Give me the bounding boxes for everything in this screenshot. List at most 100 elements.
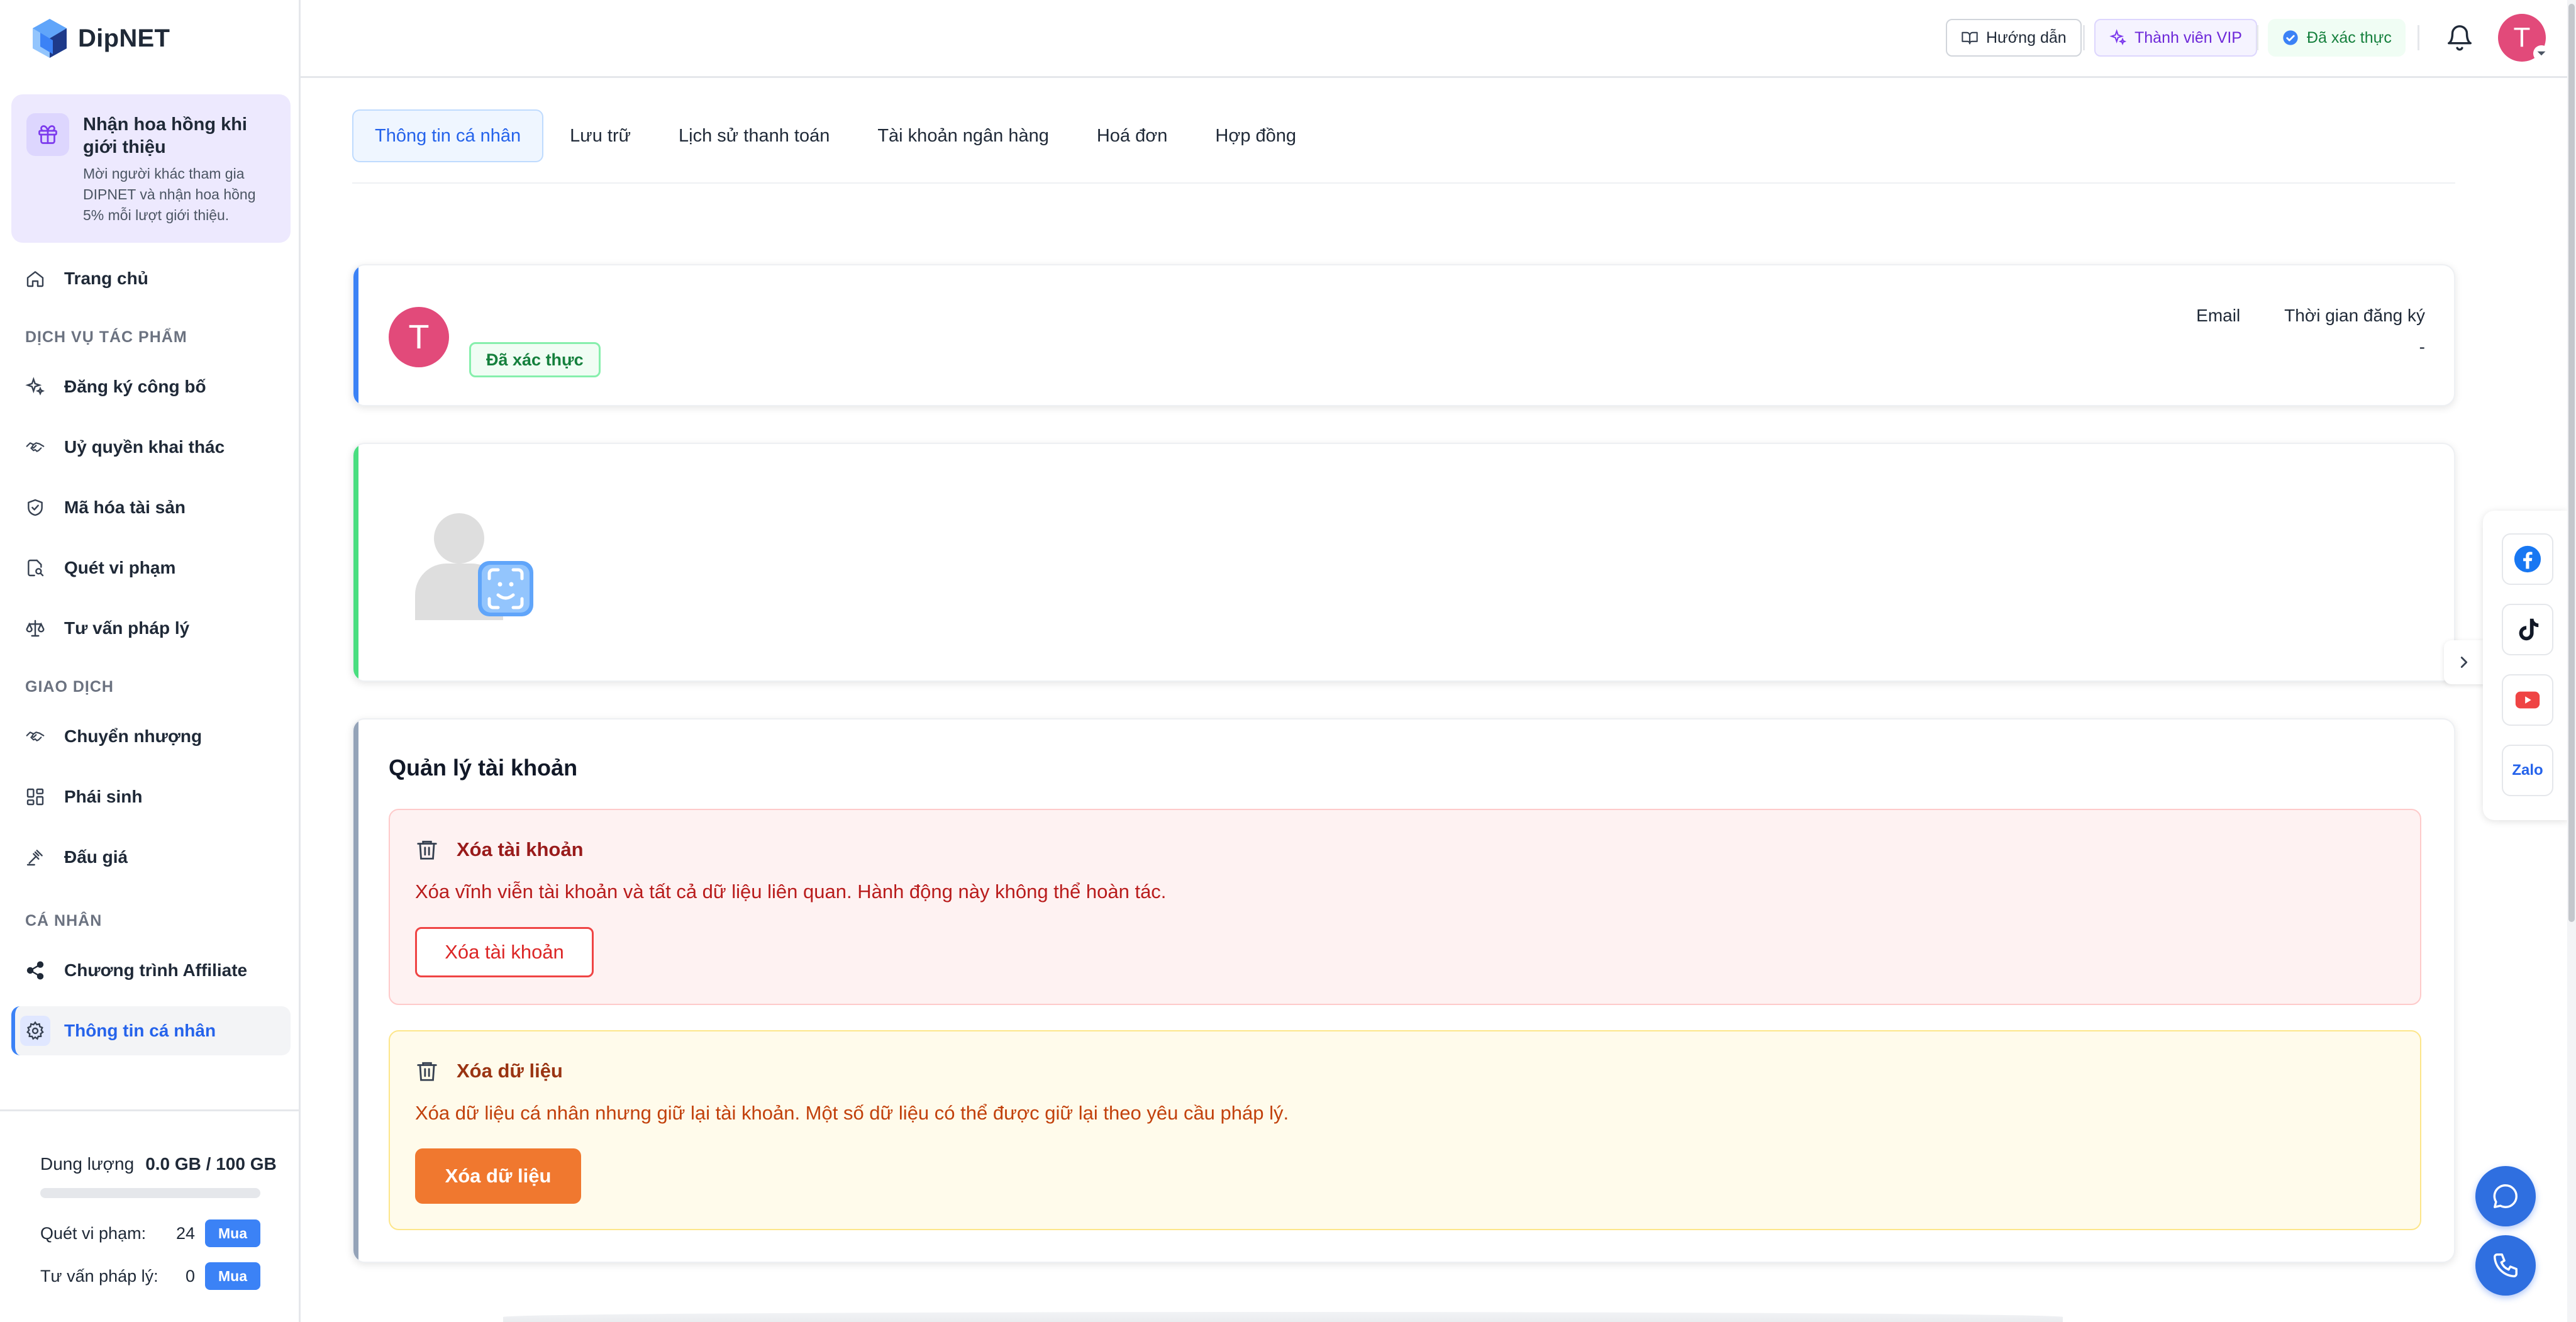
scale-icon: [26, 619, 45, 637]
storage-value: 0.0 GB / 100 GB: [145, 1154, 277, 1174]
phone-icon: [2494, 1253, 2518, 1277]
quota-value: 24: [175, 1223, 195, 1243]
social-panel-toggle[interactable]: [2444, 640, 2484, 684]
section-label-transactions: GIAO DỊCH: [25, 678, 114, 696]
tab-invoices[interactable]: Hoá đơn: [1075, 109, 1189, 162]
registered-label: Thời gian đăng ký: [2284, 306, 2425, 325]
facebook-link[interactable]: [2502, 533, 2553, 585]
verified-badge: Đã xác thực: [469, 342, 601, 377]
dipnet-logo-icon: [33, 19, 67, 58]
page-scrollbar[interactable]: [2567, 0, 2576, 1322]
guide-button[interactable]: Hướng dẫn: [1946, 19, 2082, 57]
sidebar-item-auction[interactable]: Đấu giá: [11, 833, 291, 882]
shield-check-icon: [28, 499, 43, 516]
quota-legal-advice: Tư vấn pháp lý: 0 Mua: [40, 1262, 260, 1290]
sidebar-item-violation-scan[interactable]: Quét vi phạm: [11, 543, 291, 592]
buy-violation-scan-button[interactable]: Mua: [205, 1219, 260, 1247]
app-logo[interactable]: DipNET: [31, 18, 170, 59]
storage-label: Dung lượng: [40, 1154, 135, 1174]
sidebar-item-transfer[interactable]: Chuyển nhượng: [11, 712, 291, 761]
tiktok-link[interactable]: [2502, 604, 2553, 655]
handshake-icon: [26, 731, 45, 742]
chevron-down-icon[interactable]: [2533, 45, 2550, 62]
trash-icon: [417, 840, 437, 860]
bell-icon[interactable]: [2445, 23, 2474, 54]
sidebar-item-label: Đăng ký công bố: [64, 377, 206, 396]
profile-summary-card: T Đã xác thực Email Thời gian đăng ký -: [352, 264, 2455, 406]
top-bar: Hướng dẫn Thành viên VIP Đã xác thực T: [301, 0, 2576, 78]
divider: [2418, 25, 2419, 50]
sidebar: DipNET Nhận hoa hồng khi giới thiệu Mời …: [0, 0, 301, 1322]
sidebar-item-label: Mã hóa tài sản: [64, 497, 186, 517]
sidebar-item-publish-registration[interactable]: Đăng ký công bố: [11, 362, 291, 411]
section-label-work-services: DỊCH VỤ TÁC PHẨM: [25, 328, 187, 346]
verified-check-icon: [2283, 30, 2298, 45]
delete-data-panel: Xóa dữ liệu Xóa dữ liệu cá nhân nhưng gi…: [389, 1030, 2421, 1230]
sidebar-item-label: Chương trình Affiliate: [64, 960, 248, 980]
quota-value: 0: [185, 1266, 195, 1286]
tab-storage[interactable]: Lưu trữ: [548, 109, 652, 162]
floating-bar-edge: [503, 1312, 2063, 1322]
delete-account-button[interactable]: Xóa tài khoản: [415, 927, 594, 977]
sidebar-item-label: Đấu giá: [64, 847, 128, 867]
promo-description: Mời người khác tham gia DIPNET và nhận h…: [83, 165, 256, 223]
share-icon: [26, 961, 44, 980]
face-verification-card: [352, 443, 2455, 682]
youtube-link[interactable]: [2502, 674, 2553, 726]
section-label-personal: CÁ NHÂN: [25, 912, 103, 930]
home-icon: [26, 271, 44, 287]
tab-personal-info[interactable]: Thông tin cá nhân: [352, 109, 544, 162]
facebook-icon: [2514, 545, 2541, 573]
email-column: Email: [2196, 306, 2240, 357]
delete-account-description: Xóa vĩnh viễn tài khoản và tất cả dữ liệ…: [415, 880, 1167, 903]
registered-value: -: [2419, 337, 2425, 357]
sidebar-item-label: Chuyển nhượng: [64, 726, 203, 746]
promo-title: Nhận hoa hồng khi giới thiệu: [83, 114, 247, 157]
delete-account-panel: Xóa tài khoản Xóa vĩnh viễn tài khoản và…: [389, 809, 2421, 1005]
delete-data-title: Xóa dữ liệu: [457, 1060, 563, 1082]
layout-grid-icon: [26, 788, 44, 806]
usage-summary: Dung lượng 0.0 GB / 100 GB Quét vi phạm:…: [0, 1109, 301, 1322]
face-id-user-icon[interactable]: [409, 501, 535, 626]
call-button[interactable]: [2475, 1235, 2536, 1296]
sparkle-icon: [25, 377, 45, 396]
tabs-divider: [352, 182, 2455, 184]
zalo-link[interactable]: Zalo: [2502, 745, 2553, 796]
buy-legal-advice-button[interactable]: Mua: [205, 1262, 260, 1290]
sidebar-item-derivatives[interactable]: Phái sinh: [11, 772, 291, 821]
sidebar-item-asset-encryption[interactable]: Mã hóa tài sản: [11, 483, 291, 532]
zalo-label: Zalo: [2512, 762, 2543, 779]
tab-contracts[interactable]: Hợp đồng: [1194, 109, 1318, 162]
sidebar-item-label: Trang chủ: [64, 269, 148, 288]
vip-member-button[interactable]: Thành viên VIP: [2094, 19, 2257, 57]
sidebar-item-label: Uỷ quyền khai thác: [64, 437, 225, 457]
trash-icon: [417, 1062, 437, 1081]
quota-label: Quét vi phạm:: [40, 1223, 147, 1243]
divider: [2257, 25, 2258, 50]
storage-progress-bar: [40, 1188, 260, 1198]
sidebar-item-label: Quét vi phạm: [64, 558, 176, 577]
sidebar-item-home[interactable]: Trang chủ: [11, 254, 291, 303]
referral-promo-card[interactable]: Nhận hoa hồng khi giới thiệu Mời người k…: [11, 94, 291, 243]
delete-data-description: Xóa dữ liệu cá nhân nhưng giữ lại tài kh…: [415, 1102, 1289, 1124]
sparkle-icon: [2109, 29, 2127, 45]
sidebar-item-authorization[interactable]: Uỷ quyền khai thác: [11, 423, 291, 472]
sidebar-item-affiliate[interactable]: Chương trình Affiliate: [11, 946, 291, 995]
guide-label: Hướng dẫn: [1986, 28, 2067, 47]
divider: [2083, 25, 2085, 50]
profile-tabs: Thông tin cá nhân Lưu trữ Lịch sử thanh …: [352, 109, 1323, 162]
handshake-icon: [26, 442, 45, 452]
chat-button[interactable]: [2475, 1166, 2536, 1226]
tab-bank-account[interactable]: Tài khoản ngân hàng: [856, 109, 1070, 162]
delete-account-title: Xóa tài khoản: [457, 838, 584, 860]
sidebar-item-legal-advice[interactable]: Tư vấn pháp lý: [11, 604, 291, 653]
profile-avatar: T: [389, 307, 449, 367]
tab-payment-history[interactable]: Lịch sử thanh toán: [657, 109, 851, 162]
delete-data-button[interactable]: Xóa dữ liệu: [415, 1148, 581, 1204]
youtube-icon: [2515, 691, 2540, 709]
account-management-title: Quản lý tài khoản: [389, 755, 578, 780]
sidebar-item-personal-info[interactable]: Thông tin cá nhân: [11, 1006, 291, 1055]
verified-label: Đã xác thực: [2307, 28, 2392, 47]
scrollbar-thumb[interactable]: [2568, 4, 2575, 922]
book-open-icon: [1962, 31, 1978, 45]
